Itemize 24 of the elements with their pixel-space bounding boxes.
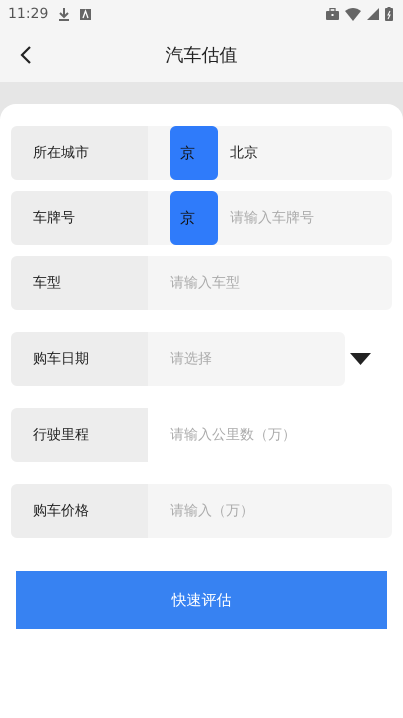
input-field[interactable]: 京 北京: [148, 126, 392, 180]
download-icon: [58, 7, 70, 21]
briefcase-icon: [326, 8, 339, 20]
dropdown-icon[interactable]: [350, 353, 371, 365]
wifi-icon: [345, 8, 361, 20]
submit-button[interactable]: 快速评估: [16, 571, 387, 629]
back-icon: [20, 45, 32, 65]
input-field[interactable]: 请输入（万）: [148, 484, 392, 538]
field-label: 车型: [11, 256, 148, 310]
province-prefix[interactable]: 京: [170, 126, 218, 180]
field-label: 购车日期: [11, 332, 148, 386]
page-title: 汽车估值: [166, 44, 238, 67]
field-label: 行驶里程: [11, 408, 148, 462]
date-select[interactable]: 请选择: [148, 332, 345, 386]
keyboard-icon: [80, 8, 92, 20]
field-label: 所在城市: [11, 126, 148, 180]
battery-icon: [385, 7, 393, 21]
field-label: 购车价格: [11, 484, 148, 538]
province-prefix[interactable]: 京: [170, 191, 218, 245]
field-label: 车牌号: [11, 191, 148, 245]
status-time: 11:29: [8, 6, 48, 22]
input-field[interactable]: 请输入车型: [148, 256, 392, 310]
input-field[interactable]: 京 请输入车牌号: [148, 191, 392, 245]
signal-icon: [367, 8, 379, 20]
